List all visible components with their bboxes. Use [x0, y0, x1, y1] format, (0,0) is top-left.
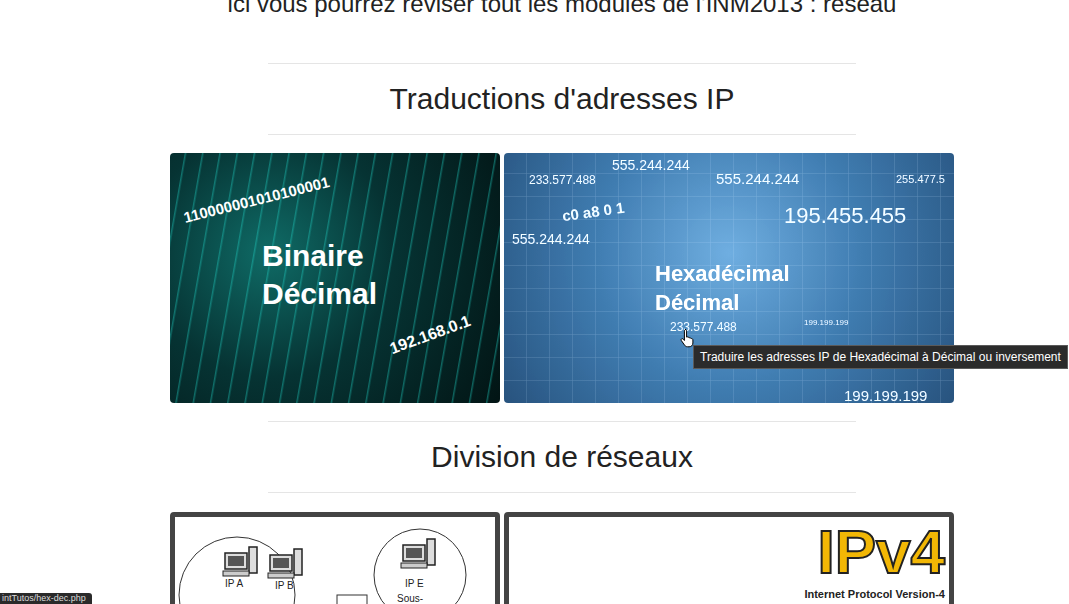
decor-text: 555.244.244: [716, 168, 799, 191]
ipv4-logo: IPv4: [817, 517, 945, 587]
decor-text: 233.577.488: [670, 318, 737, 336]
ipv4-card[interactable]: IPv4Internet Protocol Version-4: [504, 512, 954, 604]
computer-icon: [268, 549, 302, 578]
decor-text: 555.244.244: [512, 229, 590, 250]
svg-text:Sous-: Sous-: [397, 593, 423, 604]
section-title: Traductions d'adresses IP: [170, 64, 954, 134]
divider: [268, 63, 856, 64]
section: Division de réseaux IP A IP B IP E Sous- IPv4…: [170, 421, 954, 604]
status-bar: intTutos/hex-dec.php: [0, 593, 92, 604]
computer-icon: [401, 539, 435, 568]
divider: [268, 421, 856, 422]
intro-text: ici vous pourrez réviser tout les module…: [170, 0, 954, 20]
card-row: IP A IP B IP E Sous- IPv4Internet Protocol V…: [170, 512, 954, 604]
decor-text: 555.244.244: [612, 155, 690, 176]
section-title: Division de réseaux: [170, 422, 954, 492]
decor-text: 195.455.455: [784, 199, 906, 232]
svg-text:IP E: IP E: [405, 578, 424, 589]
computer-icon: [223, 547, 257, 576]
decor-text: 199.199.199: [804, 317, 849, 329]
content: ici vous pourrez réviser tout les module…: [170, 0, 954, 604]
page: ici vous pourrez réviser tout les module…: [0, 0, 1069, 604]
card-title: BinaireDécimal: [262, 237, 377, 313]
decor-text: 233.577.488: [529, 171, 596, 189]
card-title: HexadécimalDécimal: [655, 259, 790, 317]
ipv4-subtitle: Internet Protocol Version-4: [804, 587, 945, 601]
svg-text:IP B: IP B: [275, 580, 294, 591]
divider: [268, 492, 856, 493]
decor-text: 199.199.199: [844, 385, 927, 403]
svg-text:IP A: IP A: [225, 578, 243, 589]
decor-text: 255.477.5: [896, 171, 945, 188]
divider: [268, 134, 856, 135]
tooltip: Traduire les adresses IP de Hexadécimal …: [693, 345, 1068, 369]
network-diagram-icon: IP A IP B IP E Sous-: [175, 517, 495, 604]
binary-card[interactable]: 110000001010100001BinaireDécimal192.168.…: [170, 153, 500, 403]
subnet-card[interactable]: IP A IP B IP E Sous-: [170, 512, 500, 604]
